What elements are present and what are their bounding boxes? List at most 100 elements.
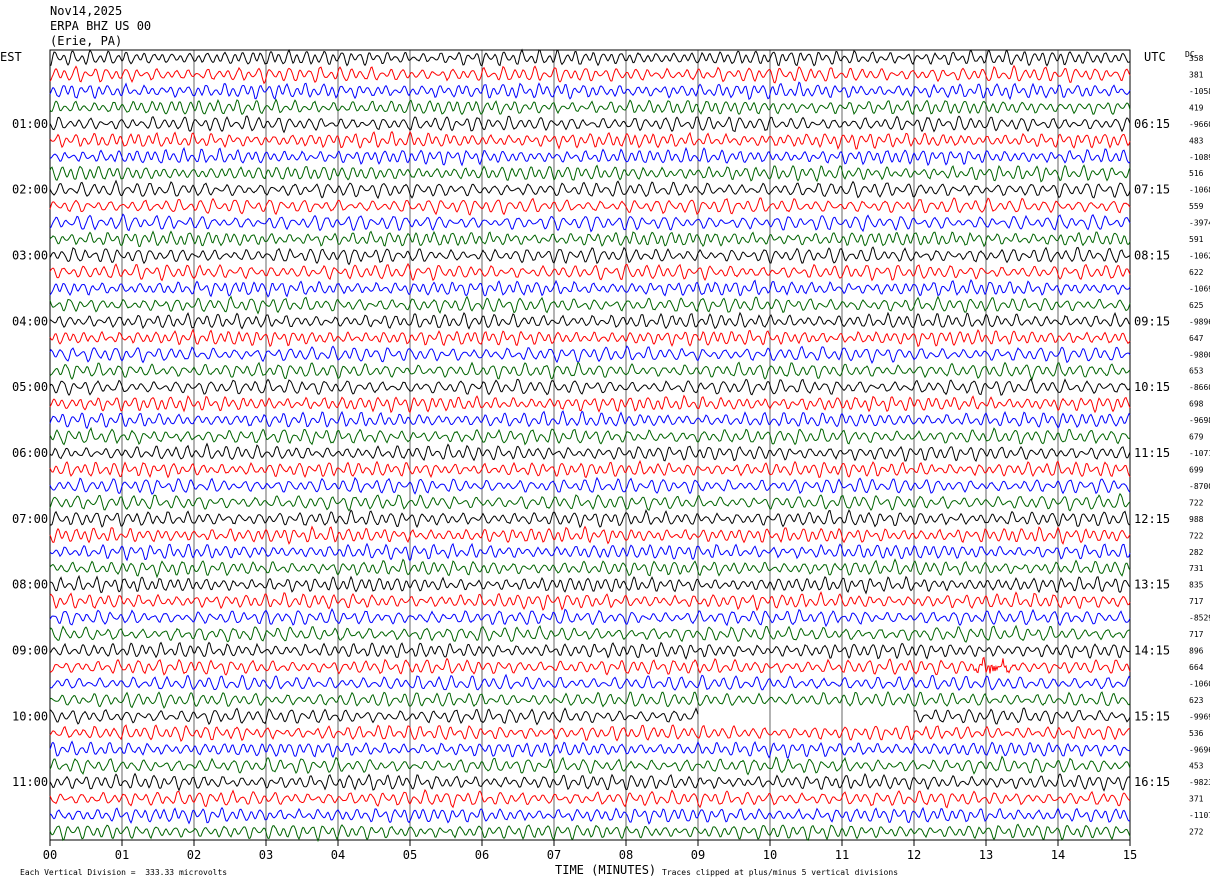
dc-offset-label: -9969 (1189, 712, 1210, 721)
x-tick-label: 11 (835, 848, 849, 862)
seismic-trace (49, 724, 1131, 742)
dc-offset-label: -10710 (1189, 449, 1210, 458)
utc-hour-label: 15:15 (1134, 709, 1170, 723)
seismic-trace (49, 442, 1131, 462)
x-tick-label: 05 (403, 848, 417, 862)
seismic-trace (49, 345, 1131, 365)
dc-offset-label: 835 (1189, 581, 1204, 590)
scale-note: Each Vertical Division = 333.33 microvol… (20, 868, 228, 877)
dc-offset-label: 722 (1189, 531, 1204, 540)
est-hour-label: 11:00 (12, 775, 48, 789)
dc-offset-label: 381 (1189, 70, 1204, 79)
dc-offset-label: -9696 (1189, 745, 1210, 754)
seismic-trace (49, 146, 1131, 167)
dc-offset-label: -10620 (1189, 252, 1210, 261)
dc-offset-label: 699 (1189, 465, 1204, 474)
dc-offset-label: 419 (1189, 103, 1204, 112)
est-hour-label: 09:00 (12, 644, 48, 658)
est-hour-label: 07:00 (12, 512, 48, 526)
dc-offset-label: 647 (1189, 334, 1204, 343)
seismic-trace (49, 707, 1131, 726)
dc-offset-label: 653 (1189, 367, 1204, 376)
utc-hour-label: 06:15 (1134, 117, 1170, 131)
utc-hour-label: 09:15 (1134, 314, 1170, 328)
dc-offset-label: -8660 (1189, 383, 1210, 392)
x-tick-label: 04 (331, 848, 345, 862)
x-tick-label: 03 (259, 848, 273, 862)
dc-offset-label: 896 (1189, 647, 1204, 656)
seismic-trace (49, 542, 1131, 562)
dc-offset-label: 371 (1189, 795, 1204, 804)
seismic-trace (49, 279, 1131, 298)
dc-offset-label: 453 (1189, 762, 1204, 771)
utc-hour-label: 16:15 (1134, 775, 1170, 789)
seismic-trace (49, 459, 1131, 479)
dc-offset-label: -11076 (1189, 811, 1210, 820)
est-hour-label: 02:00 (12, 183, 48, 197)
dc-offset-label: 282 (1189, 548, 1204, 557)
x-axis-title: TIME (MINUTES) (555, 863, 657, 877)
seismic-trace (49, 641, 1131, 660)
seismic-trace (49, 755, 1131, 776)
est-hour-label: 05:00 (12, 380, 48, 394)
seismic-trace (49, 197, 1131, 216)
dc-offset-label: 717 (1189, 630, 1204, 639)
dc-offset-label: -8529 (1189, 614, 1210, 623)
dc-offset-label: 988 (1189, 515, 1204, 524)
utc-hour-label: 11:15 (1134, 446, 1170, 460)
x-tick-label: 01 (115, 848, 129, 862)
est-hour-label: 10:00 (12, 709, 48, 723)
dc-offset-label: 622 (1189, 268, 1204, 277)
dc-offset-label: -9698 (1189, 416, 1210, 425)
seismic-trace (49, 558, 1131, 579)
seismic-trace (49, 591, 1131, 612)
seismic-trace (49, 230, 1131, 248)
x-tick-label: 07 (547, 848, 561, 862)
dc-offset-label: 272 (1189, 828, 1204, 837)
seismic-trace (49, 772, 1131, 792)
x-tick-label: 00 (43, 848, 57, 862)
dc-offset-label: 679 (1189, 433, 1204, 442)
dc-offset-label: -9896 (1189, 317, 1210, 326)
dc-offset-label: -8700 (1189, 482, 1210, 491)
seismic-trace (49, 98, 1131, 116)
seismic-trace (49, 691, 1131, 709)
seismic-trace (49, 788, 1131, 809)
dc-offset-label: -10896 (1189, 153, 1210, 162)
seismic-trace (49, 179, 1131, 200)
seismic-trace (49, 311, 1131, 330)
seismic-trace (49, 130, 1131, 150)
clip-note: Traces clipped at plus/minus 5 vertical … (662, 868, 899, 877)
seismic-trace (49, 48, 1131, 67)
x-tick-label: 08 (619, 848, 633, 862)
x-tick-label: 02 (187, 848, 201, 862)
dc-offset-label: -9800 (1189, 350, 1210, 359)
x-tick-label: 06 (475, 848, 489, 862)
seismogram-chart: 358 381 -10585 419 -9660 483 -10896 516 -10686 55… (12, 48, 1210, 862)
dc-offset-label: -9823 (1189, 778, 1210, 787)
dc-offset-label: -10690 (1189, 284, 1210, 293)
dc-offset-label: 664 (1189, 663, 1204, 672)
seismic-trace (49, 574, 1131, 595)
dc-offset-label: 731 (1189, 564, 1204, 573)
dc-offset-label: 625 (1189, 301, 1204, 310)
x-tick-label: 12 (907, 848, 921, 862)
seismic-trace (49, 81, 1131, 101)
seismic-trace (49, 492, 1131, 512)
dc-offset-label: 358 (1189, 54, 1204, 63)
seismic-trace (49, 246, 1131, 266)
dc-offset-label: 559 (1189, 202, 1204, 211)
dc-offset-label: 623 (1189, 696, 1204, 705)
seismic-trace (49, 377, 1131, 396)
est-hour-label: 03:00 (12, 249, 48, 263)
est-hour-label: 06:00 (12, 446, 48, 460)
seismic-trace (49, 213, 1131, 233)
utc-hour-label: 12:15 (1134, 512, 1170, 526)
seismic-trace (49, 656, 1131, 676)
x-tick-label: 14 (1051, 848, 1065, 862)
dc-offset-label: 516 (1189, 169, 1204, 178)
x-tick-label: 13 (979, 848, 993, 862)
seismic-trace (49, 476, 1131, 495)
dc-offset-label: 591 (1189, 235, 1204, 244)
utc-hour-label: 08:15 (1134, 249, 1170, 263)
